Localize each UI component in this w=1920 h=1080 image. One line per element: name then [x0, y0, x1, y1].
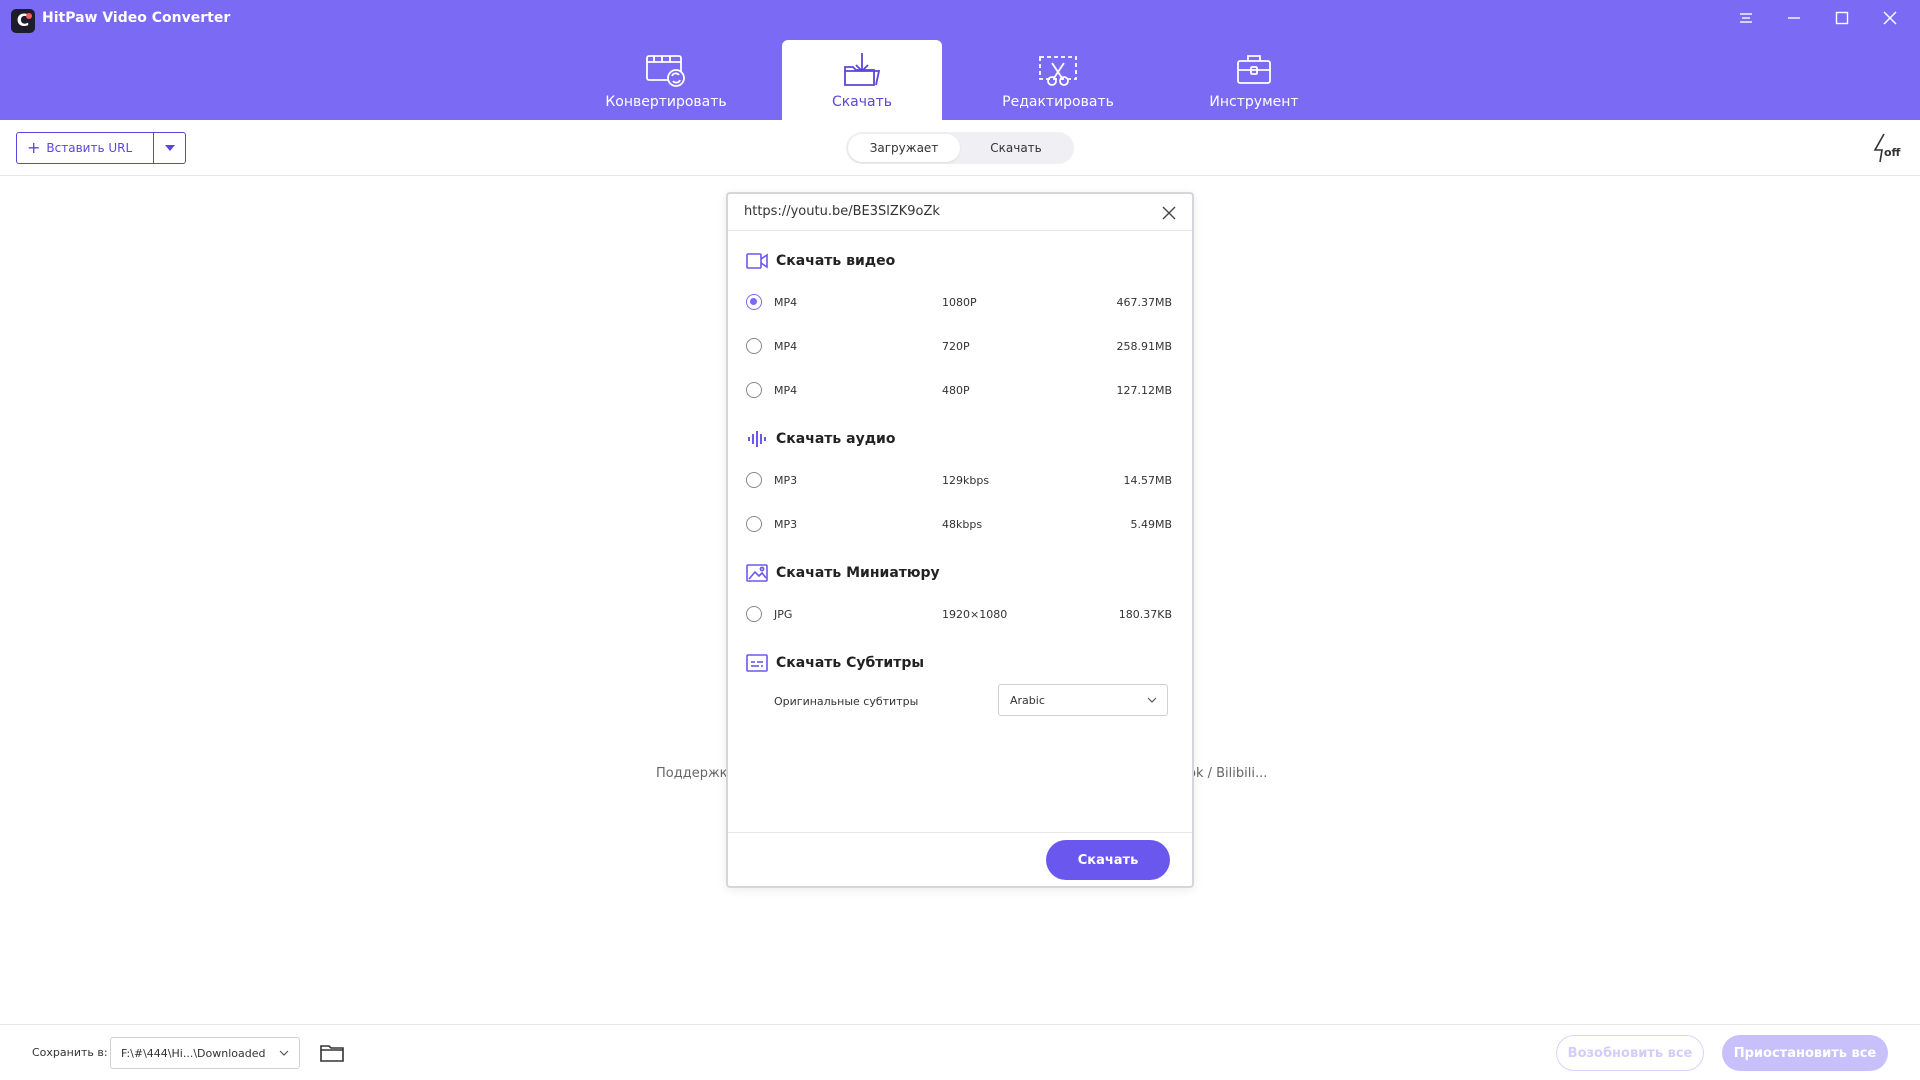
divider — [728, 230, 1192, 231]
option-size: 5.49MB — [1130, 517, 1172, 531]
option-video-720p[interactable]: MP4 720P 258.91MB — [746, 336, 1172, 356]
save-path-value: F:\#\444\Hi...\Downloaded — [121, 1046, 266, 1060]
menu-icon[interactable] — [1726, 4, 1766, 32]
option-quality: 720P — [942, 339, 970, 353]
option-quality: 129kbps — [942, 473, 990, 487]
main-tabs: Конвертировать Скачать Редактировать Инс… — [0, 40, 1920, 120]
title-bar: C HitPaw Video Converter Конвертировать — [0, 0, 1920, 120]
chevron-down-icon — [279, 1050, 289, 1056]
audio-wave-icon — [746, 430, 768, 448]
plus-icon: + — [27, 138, 41, 157]
tab-toolbox-label: Инструмент — [1209, 94, 1299, 110]
save-path-select[interactable]: F:\#\444\Hi...\Downloaded — [110, 1037, 300, 1069]
radio[interactable] — [746, 338, 762, 354]
option-quality: 480P — [942, 383, 970, 397]
close-dialog-icon[interactable] — [1160, 204, 1178, 222]
paste-url-button-group: + Вставить URL — [16, 132, 186, 164]
option-format: JPG — [774, 607, 793, 621]
subtitles-language-value: Arabic — [1010, 693, 1045, 707]
divider — [728, 832, 1192, 833]
supported-sites-left: Поддержка — [656, 766, 736, 781]
option-thumbnail-jpg[interactable]: JPG 1920×1080 180.37KB — [746, 604, 1172, 624]
radio-selected[interactable] — [746, 294, 762, 310]
download-options-dialog: https://youtu.be/BE3SlZK9oZk Скачать вид… — [726, 192, 1194, 888]
radio[interactable] — [746, 382, 762, 398]
option-quality: 1080P — [942, 295, 977, 309]
option-format: MP4 — [774, 339, 798, 353]
image-icon — [746, 564, 768, 582]
paste-url-dropdown[interactable] — [154, 133, 185, 163]
supported-sites-right: ok / Bilibili... — [1188, 766, 1268, 781]
download-status-toggle: Загружает Скачать — [846, 132, 1074, 164]
chevron-down-icon — [1147, 697, 1157, 703]
section-audio: Скачать аудио — [746, 430, 895, 448]
radio[interactable] — [746, 606, 762, 622]
subtitles-icon — [746, 654, 768, 672]
dialog-download-button[interactable]: Скачать — [1046, 840, 1170, 880]
section-video-title: Скачать видео — [776, 253, 896, 269]
app-logo-icon: C — [11, 9, 35, 33]
tab-download[interactable]: Скачать — [782, 40, 942, 120]
section-thumbnail-title: Скачать Миниатюру — [776, 565, 940, 581]
paste-url-label: Вставить URL — [46, 141, 133, 155]
radio[interactable] — [746, 516, 762, 532]
option-format: MP3 — [774, 473, 798, 487]
option-size: 467.37MB — [1116, 295, 1172, 309]
tab-download-label: Скачать — [831, 94, 893, 110]
app-title: HitPaw Video Converter — [42, 10, 231, 26]
segment-downloading[interactable]: Загружает — [848, 134, 960, 162]
subtitles-label: Оригинальные субтитры — [774, 695, 919, 708]
option-format: MP3 — [774, 517, 798, 531]
close-window-icon[interactable] — [1870, 4, 1910, 32]
option-size: 258.91MB — [1116, 339, 1172, 353]
minimize-icon[interactable] — [1774, 4, 1814, 32]
tab-convert-label: Конвертировать — [605, 94, 727, 110]
paste-url-button[interactable]: + Вставить URL — [17, 133, 154, 163]
save-to-label: Сохранить в: — [32, 1046, 108, 1059]
pause-all-button[interactable]: Приостановить все — [1722, 1035, 1888, 1071]
tab-edit[interactable]: Редактировать — [978, 40, 1138, 120]
maximize-icon[interactable] — [1822, 4, 1862, 32]
open-folder-icon[interactable] — [318, 1039, 346, 1067]
segment-downloaded[interactable]: Скачать — [960, 134, 1072, 162]
section-thumbnail: Скачать Миниатюру — [746, 564, 940, 582]
footer-bar: Сохранить в: F:\#\444\Hi...\Downloaded В… — [0, 1024, 1920, 1080]
option-size: 14.57MB — [1123, 473, 1172, 487]
option-format: MP4 — [774, 295, 798, 309]
toolbox-icon — [1230, 51, 1278, 89]
radio[interactable] — [746, 472, 762, 488]
section-subtitles-title: Скачать Субтитры — [776, 655, 925, 671]
tab-edit-label: Редактировать — [1002, 94, 1114, 110]
option-video-480p[interactable]: MP4 480P 127.12MB — [746, 380, 1172, 400]
download-folder-icon — [838, 51, 886, 89]
tab-toolbox[interactable]: Инструмент — [1174, 40, 1334, 120]
section-audio-title: Скачать аудио — [776, 431, 896, 447]
dialog-url: https://youtu.be/BE3SlZK9oZk — [744, 204, 940, 219]
resume-all-button[interactable]: Возобновить все — [1556, 1035, 1704, 1071]
option-quality: 48kbps — [942, 517, 983, 531]
tab-convert[interactable]: Конвертировать — [586, 40, 746, 120]
edit-crop-icon — [1034, 51, 1082, 89]
option-audio-129kbps[interactable]: MP3 129kbps 14.57MB — [746, 470, 1172, 490]
option-video-1080p[interactable]: MP4 1080P 467.37MB — [746, 292, 1172, 312]
turbo-speed-toggle[interactable]: off — [1870, 132, 1902, 164]
download-toolbar: + Вставить URL Загружает Скачать off — [0, 120, 1920, 176]
option-audio-48kbps[interactable]: MP3 48kbps 5.49MB — [746, 514, 1172, 534]
caret-down-icon — [164, 145, 175, 151]
option-format: MP4 — [774, 383, 798, 397]
turbo-label: off — [1884, 146, 1901, 159]
subtitles-language-select[interactable]: Arabic — [998, 684, 1168, 716]
option-quality: 1920×1080 — [942, 607, 1008, 621]
option-size: 180.37KB — [1118, 607, 1172, 621]
option-size: 127.12MB — [1116, 383, 1172, 397]
section-video: Скачать видео — [746, 252, 895, 270]
video-camera-icon — [746, 252, 768, 270]
film-convert-icon — [642, 51, 690, 89]
section-subtitles: Скачать Субтитры — [746, 654, 924, 672]
